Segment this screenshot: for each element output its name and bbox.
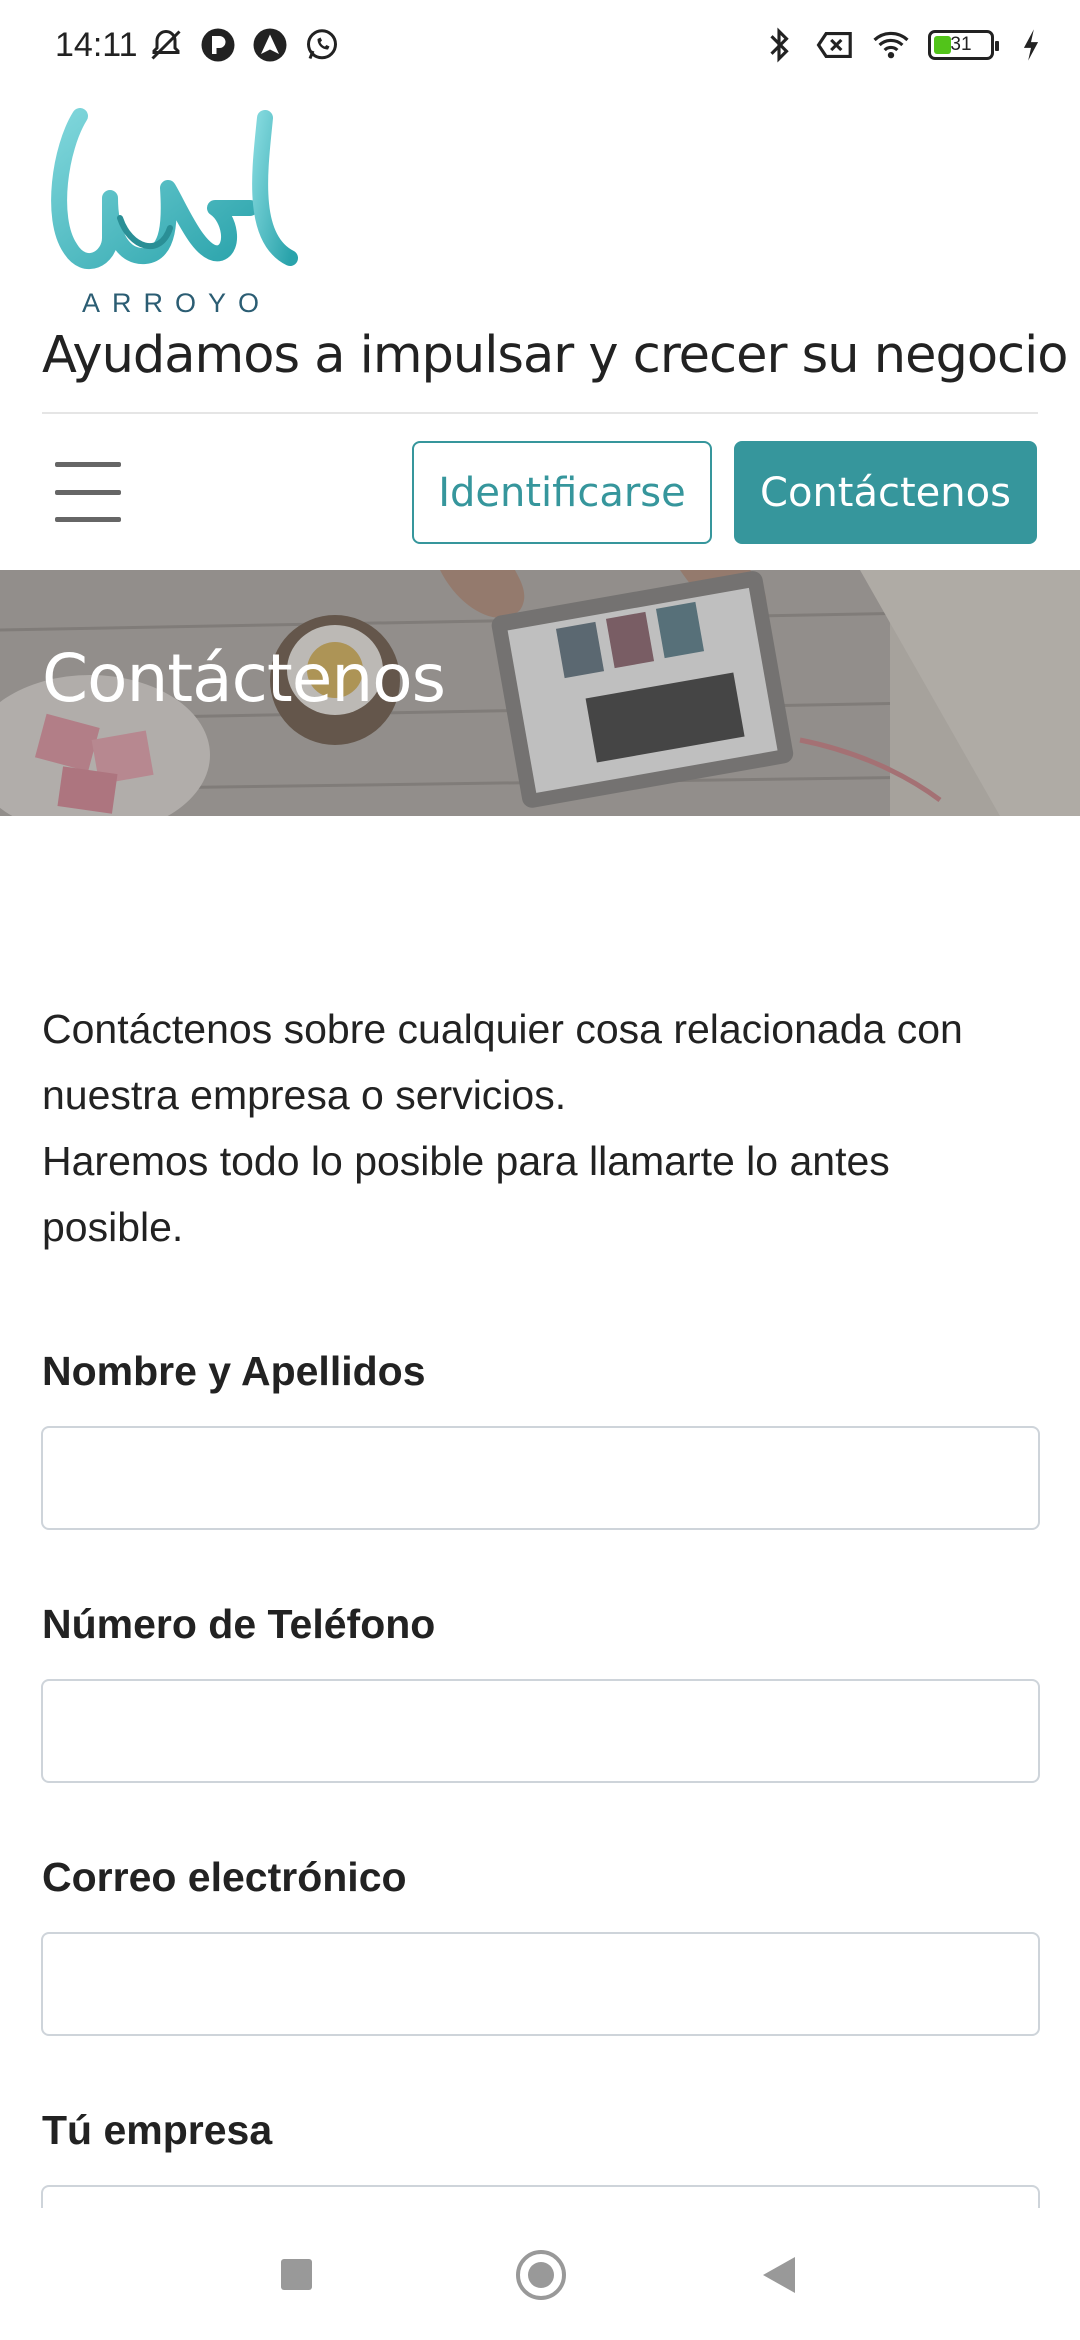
status-time: 14:11 bbox=[55, 26, 138, 64]
navigation-app-icon bbox=[251, 26, 289, 64]
email-input[interactable] bbox=[41, 1932, 1040, 2036]
logo-subtitle: ARROYO bbox=[82, 288, 272, 318]
bluetooth-icon bbox=[760, 26, 798, 64]
contact-button[interactable]: Contáctenos bbox=[734, 441, 1037, 544]
site-tagline: Ayudamos a impulsar y crecer su negocio bbox=[42, 326, 1068, 385]
recent-apps-icon[interactable] bbox=[281, 2259, 312, 2290]
system-navigation-bar bbox=[0, 2208, 1080, 2340]
logo-mark-icon bbox=[51, 108, 298, 269]
header-divider bbox=[42, 412, 1038, 414]
app-notification-icon bbox=[199, 26, 237, 64]
name-label: Nombre y Apellidos bbox=[42, 1348, 426, 1394]
charging-icon bbox=[1012, 26, 1050, 64]
whatsapp-icon bbox=[303, 26, 341, 64]
email-label: Correo electrónico bbox=[42, 1854, 407, 1900]
login-button[interactable]: Identificarse bbox=[412, 441, 712, 544]
battery-icon: 31 bbox=[928, 30, 999, 60]
intro-line-2: Haremos todo lo posible para llamarte lo… bbox=[42, 1138, 890, 1250]
battery-level: 31 bbox=[950, 34, 972, 55]
no-sim-icon bbox=[816, 26, 854, 64]
menu-hamburger-icon[interactable] bbox=[55, 462, 121, 522]
wifi-icon bbox=[872, 26, 910, 64]
phone-label: Número de Teléfono bbox=[42, 1601, 436, 1647]
home-icon[interactable] bbox=[516, 2250, 566, 2300]
intro-text: Contáctenos sobre cualquier cosa relacio… bbox=[42, 996, 1042, 1260]
status-bar: 14:11 31 bbox=[0, 0, 1080, 96]
hero-title: Contáctenos bbox=[42, 640, 446, 717]
phone-input[interactable] bbox=[41, 1679, 1040, 1783]
lual-logo[interactable] bbox=[50, 108, 310, 318]
hero-banner: Contáctenos bbox=[0, 570, 1080, 816]
back-icon[interactable] bbox=[763, 2257, 795, 2293]
intro-line-1: Contáctenos sobre cualquier cosa relacio… bbox=[42, 1006, 963, 1118]
name-input[interactable] bbox=[41, 1426, 1040, 1530]
mute-bell-icon bbox=[147, 26, 185, 64]
company-label: Tú empresa bbox=[42, 2107, 273, 2153]
